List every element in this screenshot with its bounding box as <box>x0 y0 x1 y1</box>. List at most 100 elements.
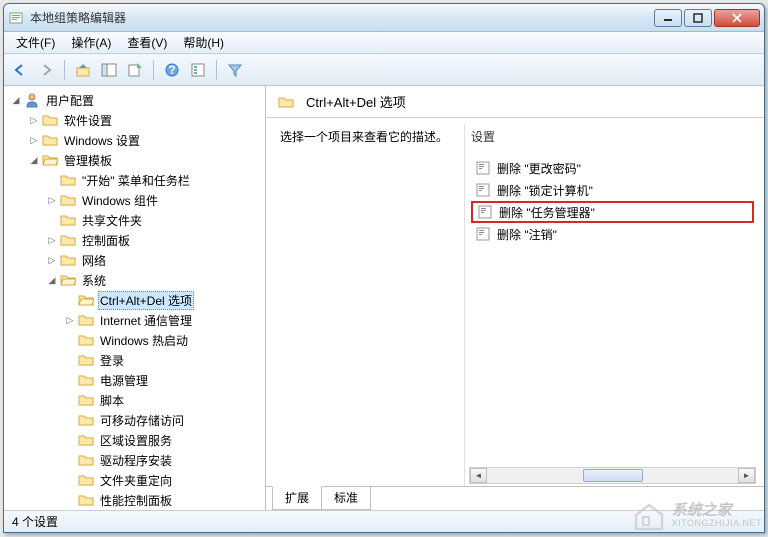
detail-panel: Ctrl+Alt+Del 选项 选择一个项目来查看它的描述。 设置 删除 "更改… <box>266 86 764 510</box>
tree-label: 电源管理 <box>98 371 150 390</box>
expand-icon[interactable]: ▷ <box>46 194 58 206</box>
folder-icon <box>278 94 294 110</box>
folder-icon <box>78 332 94 348</box>
setting-item[interactable]: 删除 "更改密码" <box>471 157 754 179</box>
folder-icon <box>60 172 76 188</box>
tree-node-user-config[interactable]: ◢ 用户配置 <box>4 90 265 110</box>
folder-icon <box>60 192 76 208</box>
folder-icon <box>42 132 58 148</box>
tree-node[interactable]: 共享文件夹 <box>4 210 265 230</box>
folder-icon <box>78 472 94 488</box>
help-button[interactable]: ? <box>160 58 184 82</box>
tree-label: 控制面板 <box>80 231 132 250</box>
main-window: 本地组策略编辑器 文件(F) 操作(A) 查看(V) 帮助(H) ? ◢ 用户配… <box>3 3 765 533</box>
tree-label: "开始" 菜单和任务栏 <box>80 171 192 190</box>
view-tabs: 扩展 标准 <box>266 486 764 510</box>
tree-label: 软件设置 <box>62 111 114 130</box>
scroll-right-button[interactable]: ► <box>738 468 755 483</box>
folder-icon <box>78 412 94 428</box>
expand-icon[interactable]: ▷ <box>64 314 76 326</box>
up-button[interactable] <box>71 58 95 82</box>
back-button[interactable] <box>8 58 32 82</box>
menu-action[interactable]: 操作(A) <box>63 32 119 53</box>
expand-icon[interactable]: ▷ <box>28 134 40 146</box>
scroll-track[interactable] <box>487 468 738 483</box>
filter-button[interactable] <box>223 58 247 82</box>
tree-label-selected: Ctrl+Alt+Del 选项 <box>98 291 194 310</box>
tree-node[interactable]: 脚本 <box>4 390 265 410</box>
expand-icon[interactable]: ▷ <box>46 234 58 246</box>
tree-node[interactable]: 区域设置服务 <box>4 430 265 450</box>
tree-label: Windows 组件 <box>80 191 160 210</box>
path-bar: Ctrl+Alt+Del 选项 <box>266 86 764 118</box>
setting-label: 删除 "任务管理器" <box>499 204 595 221</box>
menu-file[interactable]: 文件(F) <box>8 32 63 53</box>
tree-node[interactable]: Windows 热启动 <box>4 330 265 350</box>
tree-node[interactable]: ▷ Windows 组件 <box>4 190 265 210</box>
tab-standard[interactable]: 标准 <box>321 487 371 510</box>
menu-help[interactable]: 帮助(H) <box>175 32 232 53</box>
export-button[interactable] <box>123 58 147 82</box>
collapse-icon[interactable]: ◢ <box>10 94 22 106</box>
tree-node-ctrl-alt-del[interactable]: Ctrl+Alt+Del 选项 <box>4 290 265 310</box>
setting-item-task-manager[interactable]: 删除 "任务管理器" <box>471 201 754 223</box>
tree-node[interactable]: 登录 <box>4 350 265 370</box>
settings-column: 设置 删除 "更改密码" 删除 "锁定计算机" 删除 "任务管理器" <box>464 124 760 486</box>
tree-node[interactable]: 驱动程序安装 <box>4 450 265 470</box>
folder-icon <box>78 432 94 448</box>
show-hide-tree-button[interactable] <box>97 58 121 82</box>
tree-label: 区域设置服务 <box>98 431 174 450</box>
tree-node[interactable]: ▷ 软件设置 <box>4 110 265 130</box>
maximize-button[interactable] <box>684 9 712 27</box>
scroll-left-button[interactable]: ◄ <box>470 468 487 483</box>
folder-open-icon <box>60 272 76 288</box>
collapse-icon[interactable]: ◢ <box>46 274 58 286</box>
setting-label: 删除 "锁定计算机" <box>497 182 593 199</box>
tree-node-system[interactable]: ◢ 系统 <box>4 270 265 290</box>
scroll-thumb[interactable] <box>583 469 643 482</box>
folder-icon <box>78 372 94 388</box>
tree-node[interactable]: 性能控制面板 <box>4 490 265 510</box>
folder-icon <box>78 452 94 468</box>
titlebar: 本地组策略编辑器 <box>4 4 764 32</box>
minimize-button[interactable] <box>654 9 682 27</box>
tree-node[interactable]: 电源管理 <box>4 370 265 390</box>
tree-label: 共享文件夹 <box>80 211 144 230</box>
collapse-icon[interactable]: ◢ <box>28 154 40 166</box>
folder-icon <box>78 352 94 368</box>
tree-label: Windows 设置 <box>62 131 142 150</box>
tree-node[interactable]: ▷ Windows 设置 <box>4 130 265 150</box>
tree-node[interactable]: ▷ 控制面板 <box>4 230 265 250</box>
tree-label: 性能控制面板 <box>98 491 174 510</box>
settings-header[interactable]: 设置 <box>471 128 754 145</box>
tree-panel[interactable]: ◢ 用户配置 ▷ 软件设置 ▷ Windows 设置 ◢ 管理模板 " <box>4 86 266 510</box>
tree-node[interactable]: 文件夹重定向 <box>4 470 265 490</box>
tree-node[interactable]: ▷ Internet 通信管理 <box>4 310 265 330</box>
menu-view[interactable]: 查看(V) <box>119 32 175 53</box>
folder-icon <box>60 252 76 268</box>
tree-label: 系统 <box>80 271 108 290</box>
status-text: 4 个设置 <box>12 513 58 530</box>
close-button[interactable] <box>714 9 760 27</box>
tree-node[interactable]: 可移动存储访问 <box>4 410 265 430</box>
tab-extended[interactable]: 扩展 <box>272 486 322 510</box>
policy-icon <box>475 160 491 176</box>
toolbar-separator <box>153 60 154 80</box>
tree-node-admin-templates[interactable]: ◢ 管理模板 <box>4 150 265 170</box>
horizontal-scrollbar[interactable]: ◄ ► <box>469 467 756 484</box>
tree-node[interactable]: "开始" 菜单和任务栏 <box>4 170 265 190</box>
policy-icon <box>475 182 491 198</box>
tree-label: 网络 <box>80 251 108 270</box>
folder-icon <box>78 492 94 508</box>
expand-icon[interactable]: ▷ <box>28 114 40 126</box>
tree-label: 用户配置 <box>44 91 96 110</box>
policy-icon <box>475 226 491 242</box>
tree-node[interactable]: ▷ 网络 <box>4 250 265 270</box>
expand-icon[interactable]: ▷ <box>46 254 58 266</box>
properties-button[interactable] <box>186 58 210 82</box>
setting-item[interactable]: 删除 "锁定计算机" <box>471 179 754 201</box>
folder-icon <box>60 212 76 228</box>
setting-item[interactable]: 删除 "注销" <box>471 223 754 245</box>
tree-label: 可移动存储访问 <box>98 411 186 430</box>
forward-button[interactable] <box>34 58 58 82</box>
